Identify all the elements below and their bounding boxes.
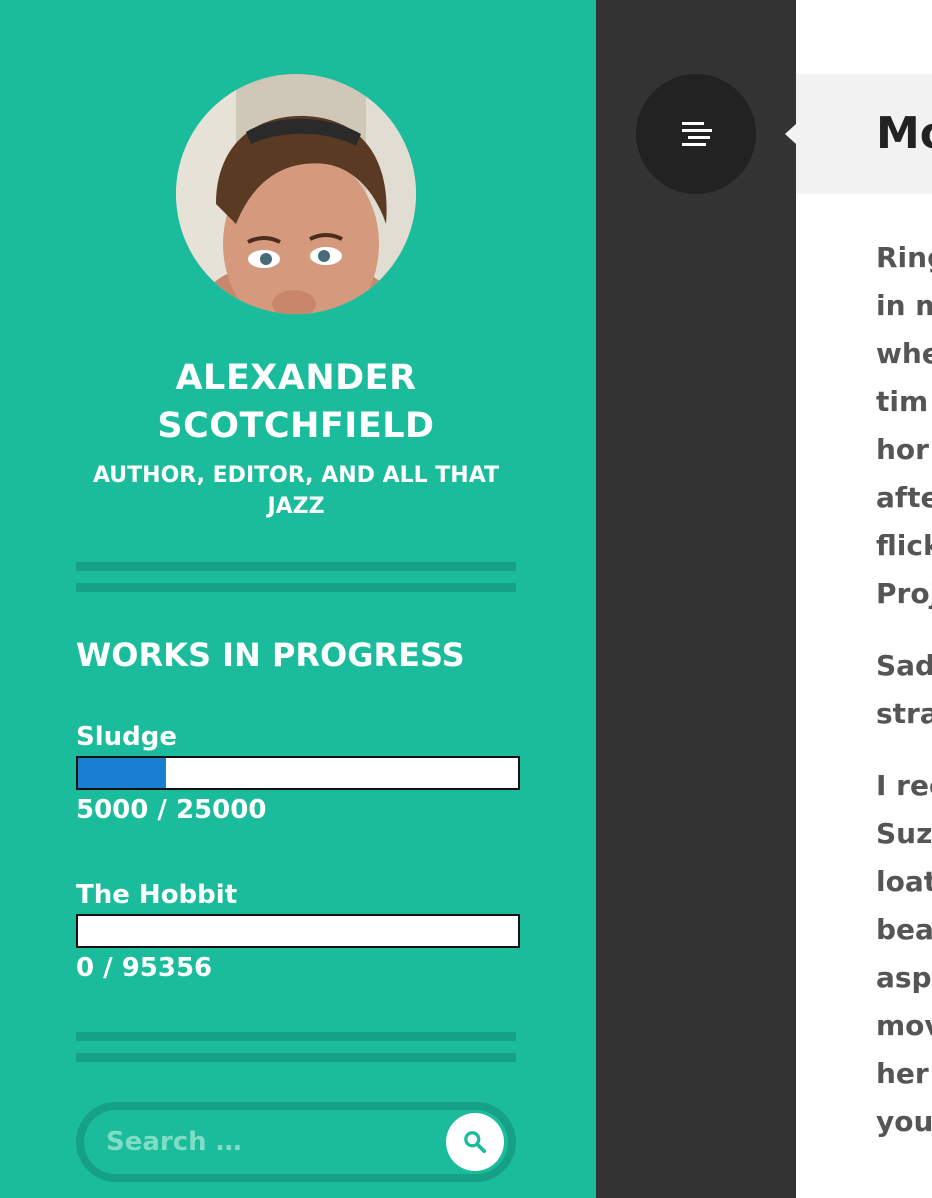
main-content: Mo Ring in m whe tim hor afte flick Proj… bbox=[796, 0, 932, 1198]
entry-paragraph: Ring in m whe tim hor afte flick Proj bbox=[876, 234, 932, 618]
author-name[interactable]: ALEXANDER SCOTCHFIELD bbox=[76, 354, 516, 450]
entry-line: whe bbox=[876, 337, 932, 370]
entry-line: stra bbox=[876, 697, 932, 730]
search-input[interactable] bbox=[84, 1110, 508, 1174]
entry-line: Sad bbox=[876, 649, 932, 682]
entry-line: mov bbox=[876, 1009, 932, 1042]
works-in-progress-title: WORKS IN PROGRESS bbox=[76, 636, 465, 674]
menu-lines-icon bbox=[682, 122, 712, 146]
entry-line: her bbox=[876, 1057, 929, 1090]
divider-line bbox=[76, 562, 516, 571]
author-avatar bbox=[176, 74, 416, 314]
entry-line: flick bbox=[876, 529, 932, 562]
wip-item-count: 5000 / 25000 bbox=[76, 795, 267, 825]
wip-progress-bar bbox=[76, 914, 520, 948]
entry-line: bea bbox=[876, 913, 932, 946]
entry-line: Ring bbox=[876, 241, 932, 274]
entry-line: in m bbox=[876, 289, 932, 322]
wip-item-the-hobbit: The Hobbit 0 / 95356 bbox=[76, 878, 520, 986]
sidebar-divider bbox=[76, 1032, 516, 1062]
entry-line: loat bbox=[876, 865, 932, 898]
entry-title[interactable]: Mo bbox=[876, 104, 932, 164]
search-form bbox=[76, 1102, 516, 1182]
entry-line: asp bbox=[876, 961, 932, 994]
entry-line: afte bbox=[876, 481, 932, 514]
avatar-photo bbox=[176, 74, 416, 314]
divider-line bbox=[76, 1032, 516, 1041]
divider-line bbox=[76, 583, 516, 592]
wip-item-title: Sludge bbox=[76, 722, 178, 752]
entry-line: Suz bbox=[876, 817, 932, 850]
entry-header-pointer bbox=[785, 124, 796, 144]
sidebar: ALEXANDER SCOTCHFIELD AUTHOR, EDITOR, AN… bbox=[0, 0, 596, 1198]
author-tagline: AUTHOR, EDITOR, AND ALL THAT JAZZ bbox=[92, 463, 500, 519]
magnifier-icon bbox=[464, 1131, 487, 1154]
search-button[interactable] bbox=[446, 1113, 504, 1171]
entry-line: Proj bbox=[876, 577, 932, 610]
divider-line bbox=[76, 1053, 516, 1062]
sidebar-toggle-button[interactable] bbox=[636, 74, 756, 194]
wip-progress-bar bbox=[76, 756, 520, 790]
wip-item-title: The Hobbit bbox=[76, 880, 238, 910]
wip-item-sludge: Sludge 5000 / 25000 bbox=[76, 720, 520, 828]
entry-paragraph: Sad stra bbox=[876, 642, 932, 738]
wip-item-count: 0 / 95356 bbox=[76, 953, 213, 983]
wip-progress-fill bbox=[78, 758, 166, 788]
entry-line: hor bbox=[876, 433, 929, 466]
sidebar-divider bbox=[76, 562, 516, 592]
entry-line: I rec bbox=[876, 769, 932, 802]
entry-line: you bbox=[876, 1105, 932, 1138]
entry-content: Ring in m whe tim hor afte flick Proj Sa… bbox=[876, 234, 932, 1170]
entry-line: tim bbox=[876, 385, 929, 418]
entry-paragraph: I rec Suz loat bea asp mov her you bbox=[876, 762, 932, 1146]
